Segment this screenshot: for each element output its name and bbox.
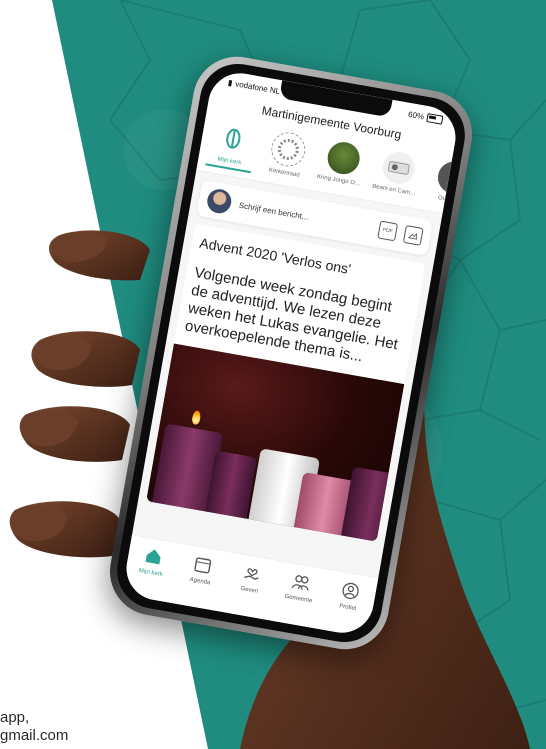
story-kring-jongo[interactable]: Kring Jongo Ou... <box>316 138 369 192</box>
ouders-avatar <box>435 159 453 197</box>
contact-snippet: app, gmail.com <box>0 709 68 745</box>
signal-icon: ▮ <box>227 77 234 88</box>
contact-line-1: app, <box>0 709 30 726</box>
give-icon <box>244 568 259 580</box>
post-card[interactable]: Advent 2020 'Verlos ons' Volgende week z… <box>146 223 426 542</box>
contact-line-2: gmail.com <box>0 727 69 744</box>
tab-label: Profiel <box>338 603 357 613</box>
tab-label: Geven <box>239 585 259 595</box>
church-logo-icon <box>215 120 252 157</box>
story-label: Kerkenraad <box>268 167 300 179</box>
tab-gemeente[interactable]: Gemeente <box>276 570 324 606</box>
tab-profiel[interactable]: Profiel <box>325 578 373 614</box>
advent-candles-image <box>146 343 405 542</box>
tab-label: Gemeente <box>284 593 313 605</box>
image-icon[interactable] <box>402 225 424 246</box>
composer-placeholder[interactable]: Schrijf een bericht... <box>238 200 372 232</box>
story-beam-camera[interactable]: Beam en Camer... <box>371 148 424 202</box>
tab-label: Agenda <box>189 576 211 587</box>
story-label: Kring Jongo Ou... <box>316 173 363 188</box>
story-kerkenraad[interactable]: Kerkenraad <box>260 129 313 183</box>
story-mijn-kerk[interactable]: Mijn kerk <box>205 118 259 174</box>
battery-percent: 60% <box>407 109 425 121</box>
calendar-icon <box>194 557 212 574</box>
battery-icon <box>426 112 444 125</box>
people-icon <box>291 575 309 591</box>
wreath-avatar <box>268 129 309 170</box>
tab-geven[interactable]: Geven <box>227 561 275 597</box>
group-photo-avatar <box>325 139 363 177</box>
profile-icon <box>342 582 359 600</box>
home-icon <box>145 549 161 565</box>
pdf-icon[interactable]: PDF <box>377 220 399 242</box>
story-label: Mijn kerk <box>216 156 242 167</box>
projector-avatar <box>380 149 418 187</box>
tab-mijn-kerk[interactable]: Mijn kerk <box>128 544 176 580</box>
candle <box>341 466 403 542</box>
story-label: Beam en Camer... <box>371 183 418 198</box>
story-label: Ouders... <box>437 195 453 206</box>
story-ouders[interactable]: Ouders... <box>426 158 453 212</box>
bottom-tab-bar: Mijn kerk Agenda Geven Gemeente Profiel <box>121 534 379 638</box>
tab-agenda[interactable]: Agenda <box>178 552 226 588</box>
flame <box>191 409 202 426</box>
user-avatar <box>205 187 234 216</box>
carrier-name: vodafone NL <box>234 78 281 96</box>
tab-label: Mijn kerk <box>138 567 164 579</box>
